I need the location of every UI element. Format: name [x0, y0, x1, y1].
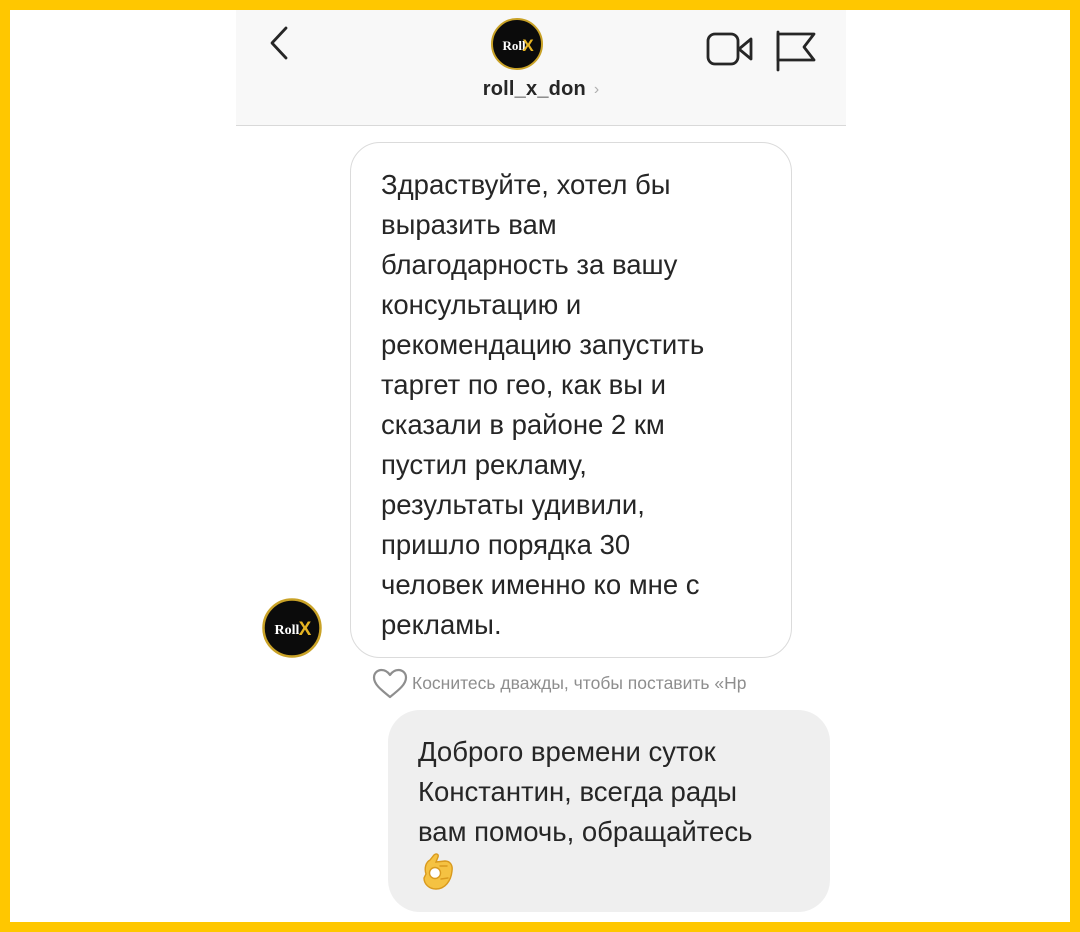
- incoming-message-text: Здраствуйте, хотел бы выразить вам благо…: [381, 169, 705, 640]
- report-button[interactable]: [772, 28, 818, 72]
- frame: Roll X roll_x_don › Здраствуйте, хотел б…: [10, 10, 1070, 922]
- outgoing-message-text: Доброго времени суток Константин, всегда…: [418, 736, 753, 847]
- avatar-logo: Roll X: [491, 18, 543, 70]
- flag-icon: [776, 30, 816, 72]
- username-link[interactable]: roll_x_don ›: [236, 78, 846, 101]
- heart-outline-icon: [372, 668, 408, 699]
- chat-header: Roll X roll_x_don ›: [236, 10, 846, 126]
- incoming-message-bubble[interactable]: Здраствуйте, хотел бы выразить вам благо…: [350, 142, 792, 658]
- chat-screen: Roll X roll_x_don › Здраствуйте, хотел б…: [236, 10, 846, 922]
- double-tap-like-hint[interactable]: Коснитесь дважды, чтобы поставить «Нр: [372, 668, 846, 700]
- username: roll_x_don: [482, 78, 586, 100]
- outgoing-message-bubble[interactable]: Доброго времени суток Константин, всегда…: [388, 710, 830, 912]
- chevron-left-icon: [270, 26, 288, 60]
- avatar-logo-mark: X: [299, 619, 312, 640]
- sender-avatar[interactable]: Roll X: [262, 598, 322, 658]
- video-call-button[interactable]: [706, 30, 754, 68]
- avatar-logo-mark: X: [522, 36, 534, 55]
- like-hint-text: Коснитесь дважды, чтобы поставить «Нр: [412, 673, 747, 693]
- ok-hand-emoji: [423, 853, 453, 890]
- avatar-logo: Roll X: [262, 598, 322, 658]
- header-avatar[interactable]: Roll X: [491, 18, 543, 70]
- back-button[interactable]: [260, 24, 300, 64]
- video-camera-icon: [706, 32, 753, 66]
- avatar-logo-text: Roll: [275, 623, 300, 638]
- username-chevron: ›: [593, 81, 600, 98]
